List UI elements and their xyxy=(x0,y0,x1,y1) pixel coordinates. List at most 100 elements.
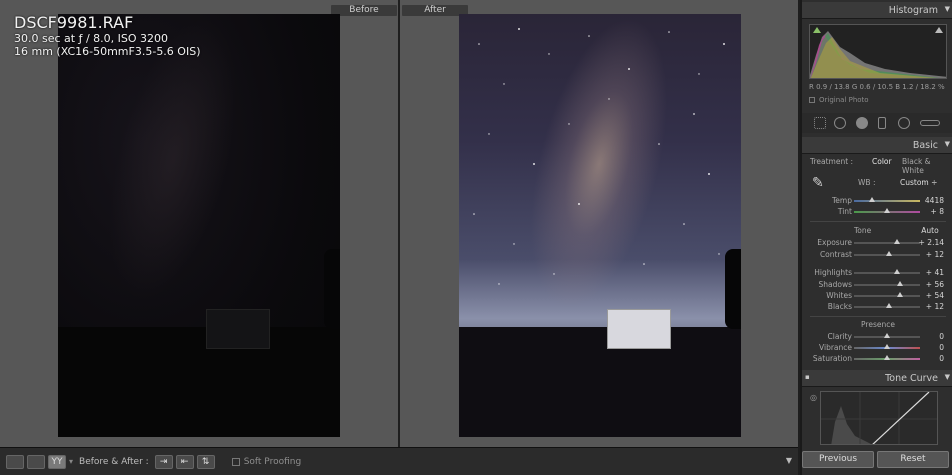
contrast-thumb[interactable] xyxy=(886,251,892,256)
whites-thumb[interactable] xyxy=(897,292,903,297)
auto-tone-button[interactable]: Auto xyxy=(920,226,940,235)
original-photo-toggle[interactable]: Original Photo xyxy=(809,96,869,104)
milky-way-before xyxy=(84,14,262,313)
blacks-slider-row[interactable]: Blacks + 12 xyxy=(802,301,952,312)
shadows-track[interactable] xyxy=(854,284,920,286)
temp-slider-row[interactable]: Temp 4418 xyxy=(802,195,952,206)
contrast-slider-row[interactable]: Contrast + 12 xyxy=(802,249,952,260)
before-after-view: Before After DSCF9981.RAF 30.0 sec at ƒ … xyxy=(0,0,798,447)
wb-eyedropper-icon[interactable]: ✎ xyxy=(812,175,824,191)
adjustment-brush-icon[interactable] xyxy=(920,120,940,126)
before-after-view-button[interactable]: YY xyxy=(48,454,66,469)
shadows-thumb[interactable] xyxy=(897,281,903,286)
presence-label: Presence xyxy=(861,320,895,329)
tone-curve-header[interactable]: ▪ Tone Curve ▼ xyxy=(802,370,952,387)
blacks-value[interactable]: + 12 xyxy=(926,302,944,311)
overlay-exposure: 30.0 sec at ƒ / 8.0, ISO 3200 xyxy=(14,32,169,45)
contrast-value[interactable]: + 12 xyxy=(926,250,944,259)
highlights-slider-row[interactable]: Highlights + 41 xyxy=(802,267,952,278)
clarity-label: Clarity xyxy=(827,332,852,341)
vibrance-slider-row[interactable]: Vibrance 0 xyxy=(802,342,952,353)
whites-slider-row[interactable]: Whites + 54 xyxy=(802,290,952,301)
tone-curve-graph[interactable] xyxy=(820,391,938,445)
wb-label: WB : xyxy=(858,178,876,187)
clarity-thumb[interactable] xyxy=(884,333,890,338)
collapse-icon[interactable]: ▼ xyxy=(945,373,950,381)
highlights-track[interactable] xyxy=(854,272,920,274)
exposure-thumb[interactable] xyxy=(894,239,900,244)
copy-before-to-after-icon[interactable]: ⇥ xyxy=(154,454,173,469)
treatment-row: Treatment : Color Black & White xyxy=(802,157,952,175)
copy-after-to-before-icon[interactable]: ⇤ xyxy=(175,454,194,469)
wb-select[interactable]: Custom ÷ xyxy=(900,178,937,187)
separator xyxy=(810,316,946,317)
histogram-graph[interactable] xyxy=(809,24,947,79)
highlight-clipping-icon[interactable] xyxy=(935,27,943,33)
view-dropdown-icon[interactable]: ▾ xyxy=(69,457,73,466)
red-eye-icon[interactable] xyxy=(856,117,868,129)
temp-thumb[interactable] xyxy=(869,197,875,202)
reset-button[interactable]: Reset xyxy=(877,451,949,468)
exposure-track[interactable] xyxy=(854,242,920,244)
compare-view-button[interactable] xyxy=(27,454,45,469)
before-photo[interactable] xyxy=(58,14,340,437)
spot-removal-icon[interactable] xyxy=(834,117,846,129)
ground-after xyxy=(459,327,741,437)
crop-icon[interactable] xyxy=(814,117,826,129)
histogram-header[interactable]: Histogram ▼ xyxy=(802,2,952,19)
shadows-slider-row[interactable]: Shadows + 56 xyxy=(802,279,952,290)
temp-value[interactable]: 4418 xyxy=(925,196,944,205)
after-photo[interactable] xyxy=(459,14,741,437)
treatment-color-option[interactable]: Color xyxy=(872,157,892,166)
basic-header[interactable]: Basic ▼ xyxy=(802,137,952,154)
exposure-slider-row[interactable]: Exposure + 2.14 xyxy=(802,237,952,248)
vibrance-thumb[interactable] xyxy=(884,344,890,349)
tone-curve-plot xyxy=(821,392,937,444)
original-photo-label: Original Photo xyxy=(819,96,869,104)
saturation-value[interactable]: 0 xyxy=(939,354,944,363)
collapse-icon[interactable]: ▼ xyxy=(945,5,950,13)
tint-label: Tint xyxy=(837,207,852,216)
collapse-icon[interactable]: ▼ xyxy=(945,140,950,148)
basic-title: Basic xyxy=(912,140,938,151)
ground-before xyxy=(58,327,340,437)
whites-track[interactable] xyxy=(854,295,920,297)
blacks-thumb[interactable] xyxy=(886,303,892,308)
previous-button[interactable]: Previous xyxy=(802,451,874,468)
tint-value[interactable]: + 8 xyxy=(931,207,944,216)
highlights-value[interactable]: + 41 xyxy=(926,268,944,277)
vibrance-value[interactable]: 0 xyxy=(939,343,944,352)
clarity-value[interactable]: 0 xyxy=(939,332,944,341)
exposure-value[interactable]: + 2.14 xyxy=(919,238,944,247)
temp-label: Temp xyxy=(832,196,852,205)
clarity-slider-row[interactable]: Clarity 0 xyxy=(802,331,952,342)
pane-divider xyxy=(398,0,400,447)
loupe-view-button[interactable] xyxy=(6,454,24,469)
soft-proofing-label: Soft Proofing xyxy=(243,456,302,467)
soft-proofing-checkbox[interactable] xyxy=(231,457,240,466)
histogram-curves xyxy=(810,31,946,78)
radial-filter-icon[interactable] xyxy=(898,117,910,129)
original-photo-checkbox[interactable] xyxy=(809,97,815,103)
temp-track[interactable] xyxy=(854,200,920,202)
toolbar-menu-icon[interactable]: ▼ xyxy=(786,456,792,465)
highlights-thumb[interactable] xyxy=(894,269,900,274)
shadow-clipping-icon[interactable] xyxy=(813,27,821,33)
graduated-filter-icon[interactable] xyxy=(878,117,886,129)
shadows-value[interactable]: + 56 xyxy=(926,280,944,289)
tint-slider-row[interactable]: Tint + 8 xyxy=(802,206,952,217)
before-after-label: Before & After : xyxy=(79,456,149,467)
target-adjust-icon[interactable]: ◎ xyxy=(810,393,817,402)
tint-thumb[interactable] xyxy=(884,208,890,213)
swap-before-after-icon[interactable]: ⇅ xyxy=(196,454,215,469)
panel-toggle-icon[interactable]: ▪ xyxy=(805,373,810,381)
overlay-lens: 16 mm (XC16-50mmF3.5-5.6 OIS) xyxy=(14,45,201,58)
blacks-label: Blacks xyxy=(827,302,852,311)
saturation-thumb[interactable] xyxy=(884,355,890,360)
contrast-label: Contrast xyxy=(819,250,852,259)
whites-value[interactable]: + 54 xyxy=(926,291,944,300)
treatment-bw-option[interactable]: Black & White xyxy=(902,157,952,175)
vibrance-label: Vibrance xyxy=(819,343,852,352)
separator xyxy=(810,221,946,222)
saturation-slider-row[interactable]: Saturation 0 xyxy=(802,353,952,364)
